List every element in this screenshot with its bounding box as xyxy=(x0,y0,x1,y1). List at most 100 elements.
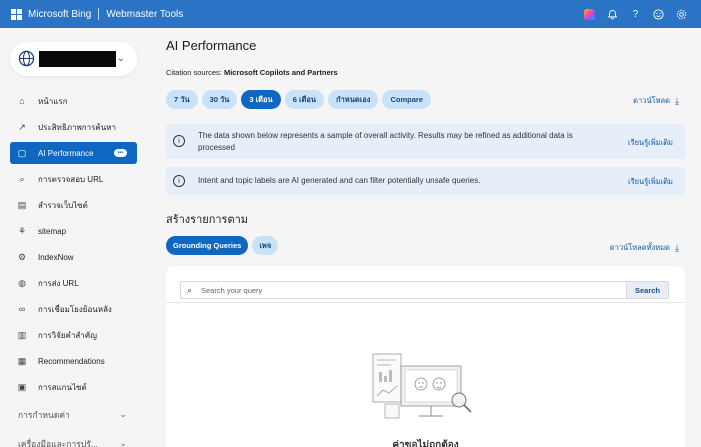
sidebar-item-label: ประสิทธิภาพการค้นหา xyxy=(38,122,116,132)
sidebar-item-label: หน้าแรก xyxy=(38,96,68,106)
sidebar-nav: ⌂ หน้าแรก ↗ ประสิทธิภาพการค้นหา ▢ AI Per… xyxy=(10,88,137,447)
period-30-days[interactable]: 30 วัน xyxy=(201,90,238,109)
search-icon: ⌕ xyxy=(19,173,25,184)
sidebar-item-label: Recommendations xyxy=(38,356,105,366)
tab-pages[interactable]: เพจ xyxy=(252,236,279,255)
keyword-icon: ▥ xyxy=(17,329,27,340)
sidebar-item-keyword-research[interactable]: ▥ การวิจัยคำสำคัญ xyxy=(10,322,137,348)
recommendations-icon: ▦ xyxy=(17,355,27,366)
ai-labels-notice: i Intent and topic labels are AI generat… xyxy=(166,167,685,195)
notice-line: The data shown below represents a sample… xyxy=(198,131,573,140)
sidebar-group-tools[interactable]: เครื่องมือและการปรั... ⌄ xyxy=(10,429,137,447)
sidebar-item-site-explorer[interactable]: ▤ สำรวจเว็บไซต์ xyxy=(10,192,137,218)
chevron-down-icon: ⌄ xyxy=(119,438,127,447)
download-all-button[interactable]: ดาวน์โหลดทั้งหมด ⤓ xyxy=(610,242,679,254)
info-icon: i xyxy=(173,135,185,147)
product-name: Webmaster Tools xyxy=(106,8,184,20)
sidebar-item-indexnow[interactable]: ⚙ IndexNow xyxy=(10,244,137,270)
download-icon: ⤓ xyxy=(675,95,679,106)
sidebar-item-label: การสแกนไซต์ xyxy=(38,382,87,392)
sidebar-item-ai-performance[interactable]: ▢ AI Performance ••• xyxy=(10,142,137,164)
compare-button[interactable]: Compare xyxy=(382,90,431,109)
indexnow-icon: ⚙ xyxy=(17,251,27,262)
learn-more-link[interactable]: เรียนรู้เพิ่มเติม xyxy=(628,137,673,149)
new-badge: ••• xyxy=(113,149,127,157)
sidebar-item-label: sitemap xyxy=(38,226,67,236)
sidebar: ⌄ ⌂ หน้าแรก ↗ ประสิทธิภาพการค้นหา ▢ AI P… xyxy=(0,28,146,447)
brand-divider xyxy=(98,8,100,20)
sidebar-item-home[interactable]: ⌂ หน้าแรก xyxy=(10,88,137,114)
period-custom[interactable]: กำหนดเอง xyxy=(328,90,379,109)
sidebar-group-label: การกำหนดค่า xyxy=(18,409,70,420)
learn-more-link[interactable]: เรียนรู้เพิ่มเติม xyxy=(628,176,673,188)
notice-line: processed xyxy=(198,143,235,152)
copilot-icon[interactable] xyxy=(578,0,601,28)
scan-icon: ▣ xyxy=(17,381,27,392)
brand-name: Microsoft Bing xyxy=(28,8,92,20)
info-icon: i xyxy=(173,175,185,187)
sitemap-icon: ⚘ xyxy=(17,225,27,236)
ai-icon: ▢ xyxy=(17,147,27,158)
list-by-tabs: Grounding Queries เพจ xyxy=(166,236,282,255)
main-content: AI Performance Citation sources: Microso… xyxy=(146,28,701,447)
chevron-down-icon: ⌄ xyxy=(119,409,127,419)
sidebar-item-label: การตรวจสอบ URL xyxy=(38,174,104,184)
sidebar-item-label: AI Performance xyxy=(38,148,94,158)
brand-logo[interactable]: Microsoft Bing Webmaster Tools xyxy=(11,8,183,20)
citation-sources: Citation sources: Microsoft Copilots and… xyxy=(166,68,338,77)
chevron-down-icon: ⌄ xyxy=(116,53,125,64)
globe-icon xyxy=(18,50,35,67)
download-label: ดาวน์โหลด xyxy=(633,96,671,105)
sidebar-item-url-submission[interactable]: ◍ การส่ง URL xyxy=(10,270,137,296)
sidebar-item-label: สำรวจเว็บไซต์ xyxy=(38,200,88,210)
search-input[interactable] xyxy=(201,282,621,298)
sidebar-item-sitemap[interactable]: ⚘ sitemap xyxy=(10,218,137,244)
download-icon: ⤓ xyxy=(675,242,679,253)
redacted-site-name xyxy=(39,51,116,67)
bell-icon[interactable] xyxy=(601,0,624,28)
sidebar-item-label: IndexNow xyxy=(38,252,74,262)
sample-data-notice: i The data shown below represents a samp… xyxy=(166,124,685,159)
top-bar: Microsoft Bing Webmaster Tools ? xyxy=(0,0,701,28)
period-6-months[interactable]: 6 เดือน xyxy=(284,90,325,109)
notice-text: The data shown below represents a sample… xyxy=(198,130,573,154)
sidebar-group-label: เครื่องมือและการปรั... xyxy=(18,438,98,447)
empty-state-title: ค่าขอไม่ถูกต้อง xyxy=(392,440,459,447)
download-button[interactable]: ดาวน์โหลด ⤓ xyxy=(633,95,679,107)
link-icon: ∞ xyxy=(18,304,26,314)
notice-text: Intent and topic labels are AI generated… xyxy=(198,176,481,185)
trend-icon: ↗ xyxy=(18,121,26,132)
sidebar-item-label: การเชื่อมโยงย้อนหลัง xyxy=(38,304,112,314)
period-3-months[interactable]: 3 เดือน xyxy=(241,90,281,109)
windows-logo-icon xyxy=(11,8,22,20)
feedback-smiley-icon[interactable] xyxy=(647,0,670,28)
citation-label: Citation sources: xyxy=(166,68,222,77)
search-button[interactable]: Search xyxy=(626,282,668,298)
query-search-bar: ⌕ Search xyxy=(180,281,669,299)
page-title: AI Performance xyxy=(166,38,257,53)
sidebar-item-label: การส่ง URL xyxy=(38,278,79,288)
sidebar-group-configuration[interactable]: การกำหนดค่า ⌄ xyxy=(10,400,137,429)
settings-gear-icon[interactable] xyxy=(670,0,693,28)
sidebar-item-search-performance[interactable]: ↗ ประสิทธิภาพการค้นหา xyxy=(10,114,137,140)
search-icon: ⌕ xyxy=(187,285,193,295)
results-panel: ⌕ Search your query Search ค่าขอไม่ถูกต้… xyxy=(166,266,685,447)
empty-state-illustration xyxy=(372,353,472,419)
period-7-days[interactable]: 7 วัน xyxy=(166,90,198,109)
document-icon: ▤ xyxy=(17,199,27,210)
sidebar-item-backlinks[interactable]: ∞ การเชื่อมโยงย้อนหลัง xyxy=(10,296,137,322)
sidebar-item-label: การวิจัยคำสำคัญ xyxy=(38,330,97,340)
sidebar-item-url-inspection[interactable]: ⌕ การตรวจสอบ URL xyxy=(10,166,137,192)
download-all-label: ดาวน์โหลดทั้งหมด xyxy=(609,243,671,252)
help-icon[interactable]: ? xyxy=(624,0,647,28)
sidebar-item-site-scan[interactable]: ▣ การสแกนไซต์ xyxy=(10,374,137,400)
tab-grounding-queries[interactable]: Grounding Queries xyxy=(166,236,249,255)
sidebar-item-recommendations[interactable]: ▦ Recommendations xyxy=(10,348,137,374)
period-filter: 7 วัน 30 วัน 3 เดือน 6 เดือน กำหนดเอง Co… xyxy=(166,90,435,109)
home-icon: ⌂ xyxy=(19,96,25,106)
site-selector[interactable]: ⌄ xyxy=(10,42,137,76)
divider xyxy=(166,302,685,303)
section-title: สร้างรายการตาม xyxy=(166,214,249,226)
globe-icon: ◍ xyxy=(18,277,26,288)
citation-value: Microsoft Copilots and Partners xyxy=(223,68,338,77)
